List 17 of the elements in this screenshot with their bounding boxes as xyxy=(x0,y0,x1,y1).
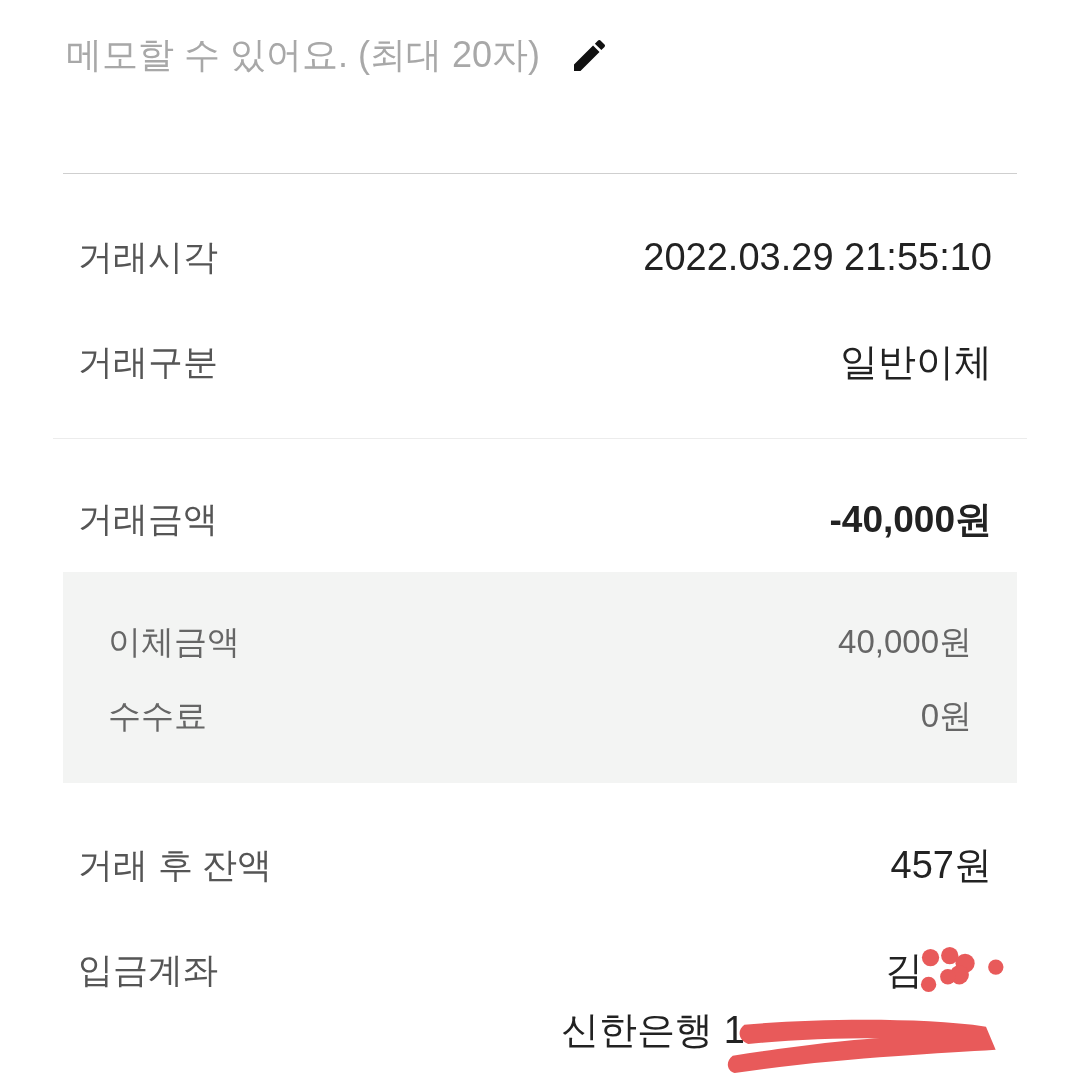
balance-label: 거래 후 잔액 xyxy=(78,844,273,886)
memo-field[interactable]: 메모할 수 있어요. (최대 20자) xyxy=(66,32,556,78)
pencil-icon[interactable] xyxy=(574,39,605,71)
balance-value: 457원 xyxy=(890,843,992,888)
detail-label: 거래시각 xyxy=(78,236,218,278)
amount-label: 거래금액 xyxy=(78,498,218,540)
breakdown-value: 0원 xyxy=(920,695,972,736)
detail-label: 거래구분 xyxy=(78,341,218,383)
breakdown-value: 40,000원 xyxy=(838,621,972,662)
account-number: 신한은행 1 xyxy=(561,1007,745,1053)
deposit-account-label: 입금계좌 xyxy=(78,949,218,991)
breakdown-label: 수수료 xyxy=(108,695,207,736)
account-holder: 김 xyxy=(885,947,923,993)
detail-value: 일반이체 xyxy=(840,340,992,385)
amount-value: -40,000원 xyxy=(829,497,992,542)
detail-value: 2022.03.29 21:55:10 xyxy=(643,236,992,279)
breakdown-label: 이체금액 xyxy=(108,621,240,662)
